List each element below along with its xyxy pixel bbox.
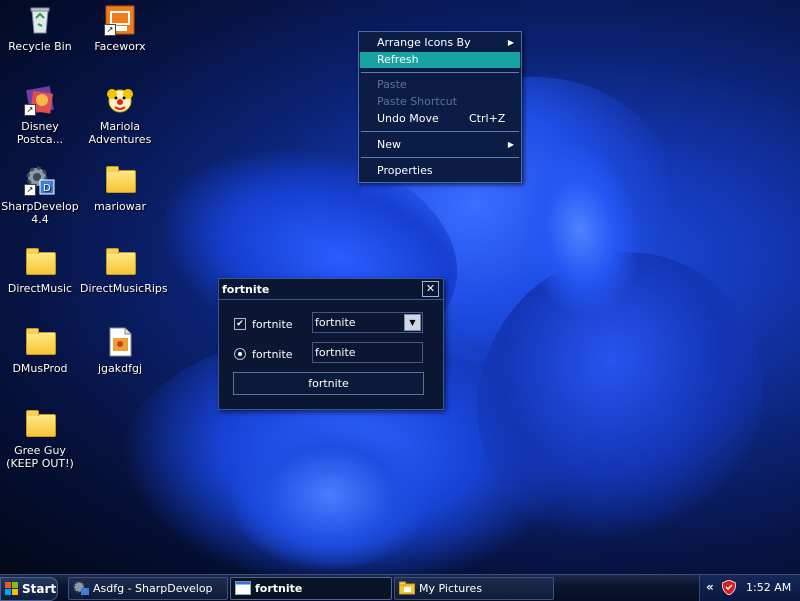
- chevron-down-icon[interactable]: ▼: [404, 314, 421, 331]
- shortcut-arrow-icon: ↗: [24, 104, 36, 116]
- start-button[interactable]: Start: [0, 577, 58, 601]
- menu-item-label: Paste Shortcut: [377, 95, 458, 108]
- desktop-icon-mariola-adventures[interactable]: Mariola Adventures: [80, 84, 160, 146]
- taskbar-button-label: Asdfg - SharpDevelop: [93, 582, 213, 595]
- folder-icon: [399, 581, 415, 595]
- desktop-icon-label: Faceworx: [94, 40, 146, 53]
- security-shield-icon[interactable]: [721, 579, 737, 596]
- desktop-icon-mariowar[interactable]: mariowar: [80, 164, 160, 213]
- window-icon: [235, 581, 251, 595]
- menu-item-paste[interactable]: Paste: [360, 77, 520, 93]
- desktop-icon-label: Mariola Adventures: [88, 120, 152, 146]
- textbox-value: fortnite: [315, 346, 356, 359]
- desktop-icon-label: Disney Postca...: [16, 120, 64, 146]
- radio-label: fortnite: [252, 348, 293, 361]
- title-divider: [219, 299, 443, 300]
- dialog-title: fortnite: [222, 283, 270, 296]
- submenu-arrow-icon: ▶: [507, 140, 514, 149]
- taskbar-button-fortnite[interactable]: fortnite: [230, 577, 392, 600]
- desktop-icon-faceworx[interactable]: ↗ Faceworx: [80, 4, 160, 53]
- menu-item-arrange-icons-by[interactable]: Arrange Icons By ▶: [360, 35, 520, 51]
- sharpdevelop-icon: D ↗: [24, 164, 56, 196]
- desktop-icon-recycle-bin[interactable]: Recycle Bin: [0, 4, 80, 53]
- start-label: Start: [22, 582, 57, 596]
- fortnite-textbox[interactable]: fortnite: [312, 342, 423, 363]
- taskbar: Start Asdfg - SharpDevelop fortnite My P…: [0, 574, 800, 601]
- windows-logo-icon: [5, 582, 19, 596]
- disney-icon: ↗: [24, 84, 56, 116]
- image-file-icon: [104, 326, 136, 358]
- wallpaper-shape: [230, 420, 430, 570]
- clown-icon: [104, 84, 136, 116]
- desktop-icon-directmusic[interactable]: DirectMusic: [0, 246, 80, 295]
- submenu-arrow-icon: ▶: [507, 38, 514, 47]
- desktop-icon-label: DMusProd: [12, 362, 68, 375]
- taskbar-button-my-pictures[interactable]: My Pictures: [394, 577, 554, 600]
- taskbar-button-label: My Pictures: [419, 582, 483, 595]
- desktop-icon-jgakdfgj[interactable]: jgakdfgj: [80, 326, 160, 375]
- faceworx-icon: ↗: [104, 4, 136, 36]
- desktop-icon-label: Gree Guy (KEEP OUT!): [6, 444, 74, 470]
- shortcut-arrow-icon: ↗: [104, 24, 116, 36]
- desktop-icon-label: DirectMusic: [7, 282, 73, 295]
- close-icon: ✕: [425, 282, 436, 295]
- folder-icon: [104, 246, 136, 278]
- folder-icon: [104, 164, 136, 196]
- folder-icon: [24, 326, 56, 358]
- menu-separator: [361, 157, 519, 158]
- menu-item-label: Refresh: [377, 53, 419, 66]
- desktop-icon-directmusicrips[interactable]: DirectMusicRips: [80, 246, 168, 295]
- menu-item-paste-shortcut[interactable]: Paste Shortcut: [360, 94, 520, 110]
- menu-item-properties[interactable]: Properties: [360, 163, 520, 179]
- menu-item-label: Properties: [377, 164, 433, 177]
- desktop-icon-disney-postcard[interactable]: ↗ Disney Postca...: [0, 84, 80, 146]
- clock[interactable]: 1:52 AM: [746, 581, 791, 594]
- checkbox-label: fortnite: [252, 318, 293, 331]
- menu-separator: [361, 131, 519, 132]
- desktop-icon-gree-guy[interactable]: Gree Guy (KEEP OUT!): [0, 408, 80, 470]
- fortnite-radio[interactable]: [234, 348, 246, 360]
- fortnite-checkbox[interactable]: ✔: [234, 318, 246, 330]
- desktop-icon-label: SharpDevelop 4.4: [1, 200, 79, 226]
- svg-text:D: D: [43, 183, 51, 194]
- desktop[interactable]: Recycle Bin ↗ Faceworx ↗ Disney Postca..…: [0, 0, 800, 574]
- fortnite-dialog: fortnite ✕ ✔ fortnite fortnite ▼ fortnit…: [218, 278, 444, 410]
- fortnite-combobox[interactable]: fortnite ▼: [312, 312, 423, 333]
- desktop-icon-dmusprod[interactable]: DMusProd: [0, 326, 80, 375]
- menu-item-label: Undo Move: [377, 112, 439, 125]
- shortcut-arrow-icon: ↗: [24, 184, 36, 196]
- taskbar-button-sharpdevelop[interactable]: Asdfg - SharpDevelop: [68, 577, 228, 600]
- close-button[interactable]: ✕: [422, 281, 439, 297]
- desktop-icon-label: mariowar: [93, 200, 147, 213]
- desktop-context-menu: Arrange Icons By ▶ Refresh Paste Paste S…: [358, 31, 522, 183]
- fortnite-button[interactable]: fortnite: [233, 372, 424, 395]
- menu-item-label: Arrange Icons By: [377, 36, 471, 49]
- folder-icon: [24, 246, 56, 278]
- desktop-icon-label: jgakdfgj: [97, 362, 143, 375]
- menu-item-new[interactable]: New ▶: [360, 137, 520, 153]
- menu-separator: [361, 72, 519, 73]
- tray-expand-chevron-icon[interactable]: «: [706, 580, 714, 594]
- recycle-bin-icon: [24, 4, 56, 36]
- desktop-icon-sharpdevelop[interactable]: D ↗ SharpDevelop 4.4: [0, 164, 80, 226]
- menu-item-shortcut: Ctrl+Z: [469, 112, 506, 125]
- combobox-value: fortnite: [315, 316, 356, 329]
- desktop-icon-label: DirectMusicRips: [80, 282, 168, 295]
- menu-item-refresh[interactable]: Refresh: [360, 52, 520, 68]
- desktop-icon-label: Recycle Bin: [8, 40, 72, 53]
- taskbar-button-label: fortnite: [255, 582, 303, 595]
- sharpdevelop-icon: [73, 581, 89, 595]
- folder-icon: [24, 408, 56, 440]
- system-tray: « 1:52 AM: [699, 575, 800, 601]
- menu-item-label: Paste: [377, 78, 407, 91]
- menu-item-label: New: [377, 138, 401, 151]
- menu-item-undo-move[interactable]: Undo Move Ctrl+Z: [360, 111, 520, 127]
